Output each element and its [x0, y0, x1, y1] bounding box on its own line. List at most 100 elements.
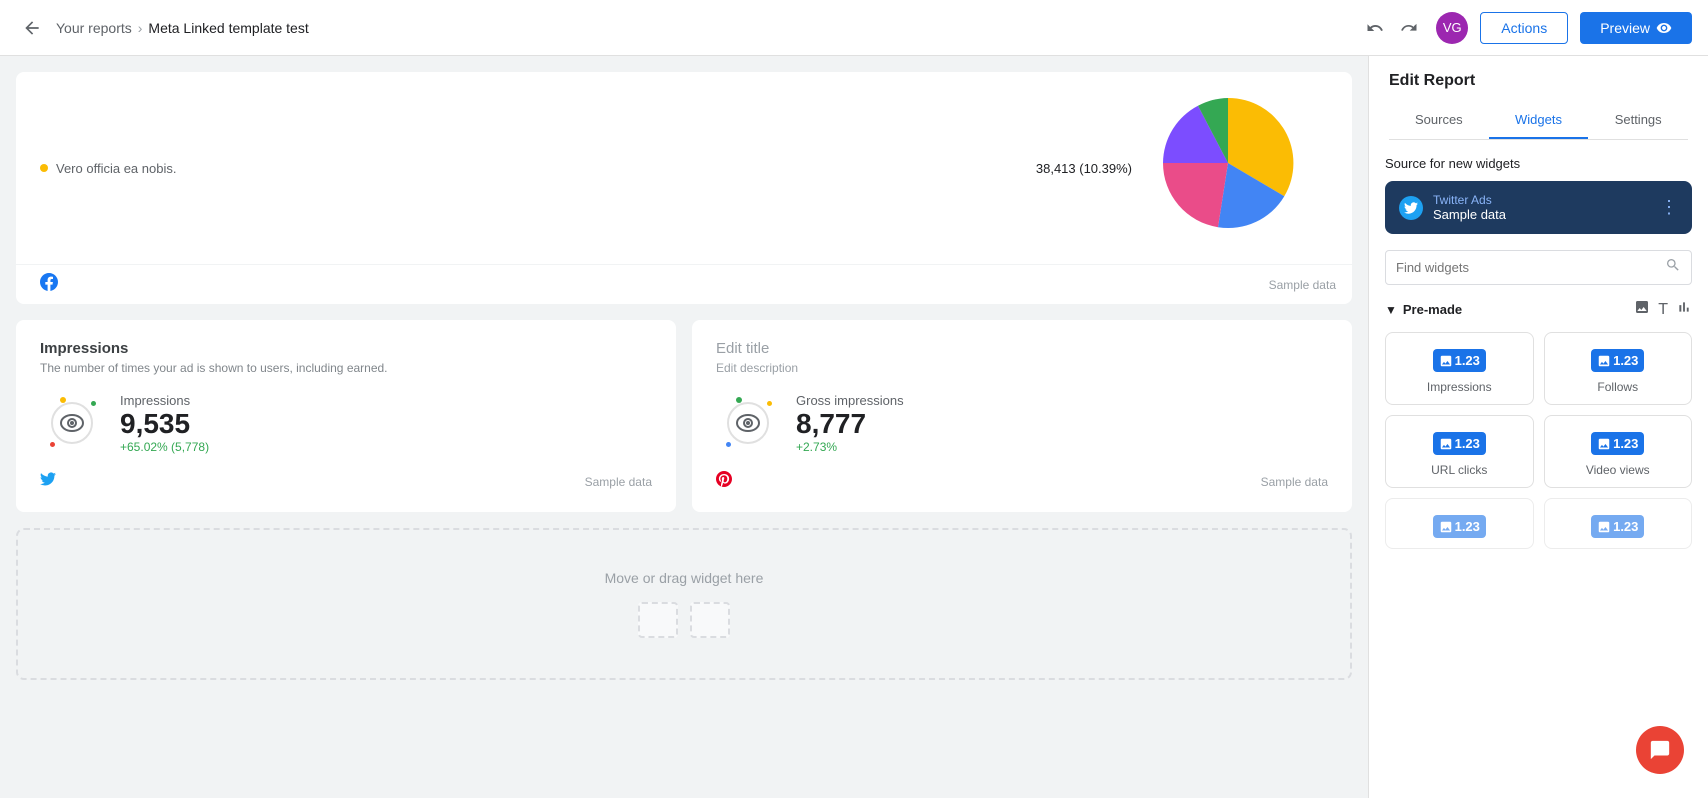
avatar[interactable]: VG: [1436, 12, 1468, 44]
widget-tile-icon-4: 1.23: [1591, 432, 1644, 455]
pie-row: Vero officia ea nobis. 38,413 (10.39%): [16, 72, 1352, 264]
premade-chart-icon[interactable]: [1676, 299, 1692, 320]
premade-text-icon[interactable]: T: [1658, 299, 1668, 320]
tab-widgets[interactable]: Widgets: [1489, 102, 1589, 139]
pinterest-icon: [716, 471, 732, 492]
panel-header: Edit Report Sources Widgets Settings: [1369, 56, 1708, 140]
drop-zone[interactable]: Move or drag widget here: [16, 528, 1352, 680]
tab-sources[interactable]: Sources: [1389, 102, 1489, 139]
legend-dot: [40, 164, 48, 172]
legend-section: Vero officia ea nobis. 38,413 (10.39%): [40, 157, 1132, 180]
facebook-icon: [40, 273, 58, 296]
undo-redo-group: [1360, 13, 1424, 43]
dot-green-2: [736, 397, 742, 403]
card2-metric-value: 8,777: [796, 408, 904, 440]
breadcrumb-link[interactable]: Your reports: [56, 20, 132, 36]
card1-metric-change: +65.02% (5,778): [120, 440, 209, 454]
card2-metric-change: +2.73%: [796, 440, 904, 454]
premade-type-icons: T: [1634, 299, 1692, 320]
widgets-row: Impressions The number of times your ad …: [16, 320, 1352, 512]
actions-button[interactable]: Actions: [1480, 12, 1568, 44]
widget-tile-label-urlclicks: URL clicks: [1431, 463, 1487, 477]
card1-title: Impressions: [40, 340, 652, 357]
premade-chevron-icon[interactable]: ▼: [1385, 303, 1397, 317]
widget-tile-follows[interactable]: 1.23 Follows: [1544, 332, 1693, 405]
drop-icon-2: [690, 602, 730, 638]
source-card[interactable]: Twitter Ads Sample data ⋮: [1385, 181, 1692, 234]
twitter-logo: [1399, 196, 1423, 220]
impressions-card: Impressions The number of times your ad …: [16, 320, 676, 512]
card2-desc: Edit description: [716, 361, 1328, 375]
card2-metric-name: Gross impressions: [796, 393, 904, 408]
widget-grid: 1.23 Impressions 1.23 Follows 1.: [1385, 332, 1692, 549]
card1-footer: Sample data: [40, 471, 652, 492]
main-layout: Vero officia ea nobis. 38,413 (10.39%): [0, 56, 1708, 798]
pie-chart: [1148, 88, 1328, 248]
find-widgets-input[interactable]: [1396, 260, 1657, 275]
source-menu-button[interactable]: ⋮: [1660, 197, 1678, 218]
chat-button[interactable]: [1636, 726, 1684, 774]
legend-item-text: Vero officia ea nobis.: [56, 161, 176, 176]
widget-tile-icon-1: 1.23: [1433, 349, 1486, 372]
widget-tile-icon-5: 1.23: [1433, 515, 1486, 538]
widget-tile-label-follows: Follows: [1597, 380, 1638, 394]
pie-chart-card: Vero officia ea nobis. 38,413 (10.39%): [16, 72, 1352, 304]
card2-metric: Gross impressions 8,777 +2.73%: [716, 391, 1328, 455]
preview-button[interactable]: Preview: [1580, 12, 1692, 44]
widget-tile-icon-3: 1.23: [1433, 432, 1486, 455]
back-button[interactable]: [16, 12, 48, 44]
panel-tabs: Sources Widgets Settings: [1389, 102, 1688, 140]
eye-icon-2: [726, 401, 770, 445]
dot-red: [50, 442, 55, 447]
widget-tile-videoviews[interactable]: 1.23 Video views: [1544, 415, 1693, 488]
drop-zone-icons: [58, 602, 1310, 638]
eye-icon-1: [50, 401, 94, 445]
topbar-left: Your reports › Meta Linked template test: [16, 12, 309, 44]
pie-sample-data: Sample data: [1269, 278, 1336, 292]
premade-label: Pre-made: [1403, 302, 1628, 317]
card2-values: Gross impressions 8,777 +2.73%: [796, 393, 904, 454]
card2-footer: Sample data: [716, 471, 1328, 492]
panel-title: Edit Report: [1389, 72, 1688, 90]
breadcrumb-current: Meta Linked template test: [148, 20, 308, 36]
card2-icon: [716, 391, 780, 455]
card2-sample-data: Sample data: [1261, 475, 1328, 489]
legend-item: Vero officia ea nobis. 38,413 (10.39%): [40, 157, 1132, 180]
twitter-icon-1: [40, 471, 56, 492]
card2-title: Edit title: [716, 340, 1328, 357]
redo-button[interactable]: [1394, 13, 1424, 43]
find-widgets-row: [1385, 250, 1692, 285]
dot-yellow-2: [767, 401, 772, 406]
right-panel: Edit Report Sources Widgets Settings Sou…: [1368, 56, 1708, 798]
widget-tile-urlclicks[interactable]: 1.23 URL clicks: [1385, 415, 1534, 488]
source-name: Sample data: [1433, 207, 1506, 222]
widget-tile-label-impressions: Impressions: [1427, 380, 1492, 394]
widget-tile-5[interactable]: 1.23: [1385, 498, 1534, 549]
undo-button[interactable]: [1360, 13, 1390, 43]
canvas-area: Vero officia ea nobis. 38,413 (10.39%): [0, 56, 1368, 798]
premade-image-icon[interactable]: [1634, 299, 1650, 320]
topbar: Your reports › Meta Linked template test…: [0, 0, 1708, 56]
card-footer-pie: Sample data: [16, 264, 1352, 304]
gross-impressions-card: Edit title Edit description: [692, 320, 1352, 512]
card1-metric-value: 9,535: [120, 408, 209, 440]
card1-metric: Impressions 9,535 +65.02% (5,778): [40, 391, 652, 455]
breadcrumb: Your reports › Meta Linked template test: [56, 20, 309, 36]
panel-body: Source for new widgets Twitter Ads Sampl…: [1369, 140, 1708, 798]
widget-tile-6[interactable]: 1.23: [1544, 498, 1693, 549]
dot-yellow: [60, 397, 66, 403]
card1-values: Impressions 9,535 +65.02% (5,778): [120, 393, 209, 454]
topbar-right: VG Actions Preview: [1360, 12, 1692, 44]
tab-settings[interactable]: Settings: [1588, 102, 1688, 139]
source-for-new-widgets-label: Source for new widgets: [1385, 156, 1692, 171]
breadcrumb-separator: ›: [138, 20, 143, 36]
widget-tile-label-videoviews: Video views: [1586, 463, 1650, 477]
card1-sample-data: Sample data: [585, 475, 652, 489]
source-platform: Twitter Ads: [1433, 193, 1506, 207]
card1-desc: The number of times your ad is shown to …: [40, 361, 652, 375]
card1-metric-name: Impressions: [120, 393, 209, 408]
widget-tile-icon-6: 1.23: [1591, 515, 1644, 538]
widget-tile-impressions[interactable]: 1.23 Impressions: [1385, 332, 1534, 405]
source-card-text: Twitter Ads Sample data: [1433, 193, 1506, 222]
drop-icon-1: [638, 602, 678, 638]
